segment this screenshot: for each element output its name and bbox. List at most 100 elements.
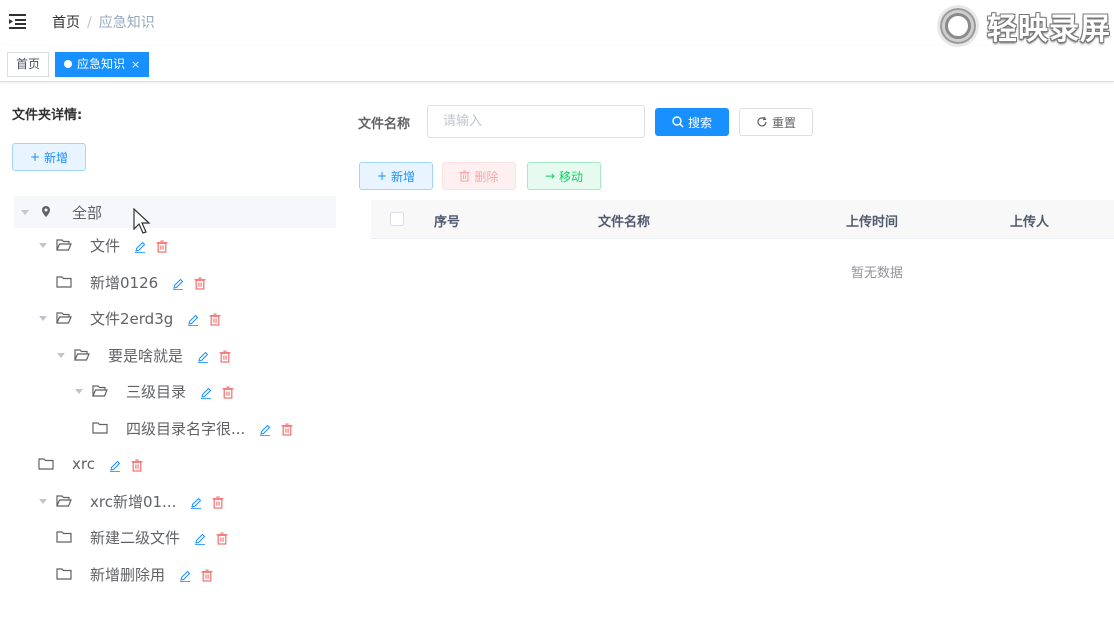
tree-node[interactable]: 四级目录名字很... [92,412,293,444]
column-header-index: 序号 [434,215,461,230]
tree-caret-placeholder [92,474,1104,484]
watermark-text: 轻映录屏 [987,12,1111,47]
folder-details-title: 文件夹详情: [12,108,83,123]
folder-icon [56,530,72,544]
folder-open-icon [92,384,108,398]
breadcrumb-home[interactable]: 首页 [52,15,80,31]
add-folder-button[interactable]: + 新增 [12,143,86,171]
edit-icon[interactable] [200,385,212,399]
move-button[interactable]: → 移动 [527,162,601,190]
caret-down-icon[interactable] [38,496,48,506]
tree-caret-placeholder [56,620,1068,630]
search-icon [672,116,684,128]
arrow-right-icon: → [544,169,556,183]
folder-open-icon [56,238,72,252]
tree-node-label: 文件2erd3g [90,309,174,328]
folder-open-icon [56,494,72,508]
hamburger-icon[interactable] [8,11,28,31]
tree-node-label: 要是啥就是 [108,346,184,365]
delete-button[interactable]: 删除 [442,162,516,190]
table-header: 序号 文件名称 上传时间 上传人 [371,200,1114,239]
tree-node[interactable]: 要是啥就是 [56,339,231,371]
watermark: 轻映录屏 [937,4,1111,48]
trash-icon[interactable] [222,385,234,399]
tree-node[interactable]: 全部 [14,196,336,228]
edit-icon[interactable] [259,422,271,436]
column-header-uploader: 上传人 [1010,215,1050,230]
edit-icon[interactable] [187,312,199,326]
tag-active-label: 应急知识 [77,57,126,71]
tree-node-label: 新增删除用 [90,565,166,584]
trash-icon[interactable] [156,239,168,253]
folder-icon [92,421,108,435]
close-icon[interactable]: × [131,58,140,71]
tree-node[interactable]: 三级目录 [74,375,234,407]
trash-icon[interactable] [212,495,224,509]
tree-node-label: xrc新增01... [90,492,177,511]
tree-node[interactable]: xrc新增01... [38,485,224,517]
move-button-label: 移动 [559,169,584,184]
trash-icon[interactable] [209,312,221,326]
caret-down-icon[interactable] [38,240,48,250]
folder-open-icon [56,311,72,325]
add-file-button[interactable]: + 新增 [359,162,433,190]
tree-node-label: 新增0126 [90,273,159,292]
breadcrumb: 首页 / 应急知识 [52,14,155,32]
trash-icon[interactable] [194,276,206,290]
tree-node[interactable]: 文件2erd3g [38,302,221,334]
filename-search-input[interactable] [427,105,645,138]
files-table: 序号 文件名称 上传时间 上传人 [371,200,1114,239]
edit-icon[interactable] [194,531,206,545]
plus-icon: + [376,169,388,183]
tree-node[interactable]: 新增0126 [56,266,206,298]
edit-icon[interactable] [109,458,121,472]
tree-node[interactable]: 新增删除用 [56,558,213,590]
caret-down-icon[interactable] [20,207,30,217]
app-root: 首页 / 应急知识 轻映录屏 首页 应急知识 × 文件夹详情: + 新增 全部 文件 新增… [0,0,1114,640]
active-dot-icon [64,60,72,68]
tree-node-label: 文件 [90,236,121,255]
edit-icon[interactable] [172,276,184,290]
folder-icon [56,567,72,581]
tree-node-label: 四级目录名字很... [126,419,246,438]
folder-open-icon [74,348,90,362]
delete-button-label: 删除 [474,169,499,184]
tag-active[interactable]: 应急知识 × [55,52,150,77]
refresh-icon [757,116,767,127]
top-navbar: 首页 / 应急知识 轻映录屏 [0,0,1114,48]
breadcrumb-separator: / [87,15,92,31]
reset-button[interactable]: 重置 [739,108,813,136]
column-header-upload-time: 上传时间 [846,215,899,230]
folder-icon [38,457,54,471]
tree-node-label: 全部 [72,203,103,222]
trash-icon[interactable] [131,458,143,472]
mouse-cursor-icon [133,208,151,234]
location-icon [38,205,54,219]
trash-icon[interactable] [201,568,213,582]
tree-node-label: xrc [72,455,95,473]
caret-down-icon[interactable] [56,350,66,360]
edit-icon[interactable] [134,239,146,253]
filename-label: 文件名称 [358,117,411,132]
trash-icon[interactable] [216,531,228,545]
search-button[interactable]: 搜索 [655,108,729,136]
add-folder-label: 新增 [44,150,69,165]
column-header-filename: 文件名称 [598,215,651,230]
edit-icon[interactable] [197,349,209,363]
plus-icon: + [29,150,41,164]
select-all-checkbox[interactable] [390,212,404,226]
tree-node-label: 新建二级文件 [90,528,181,547]
tree-node[interactable]: 新建二级文件 [56,521,228,553]
tree-node-label: 三级目录 [126,382,187,401]
edit-icon[interactable] [190,495,202,509]
watermark-logo [937,5,979,47]
trash-icon [459,170,470,182]
edit-icon[interactable] [179,568,191,582]
tree-node[interactable]: xrc [38,448,143,480]
caret-down-icon[interactable] [74,386,84,396]
caret-down-icon[interactable] [38,313,48,323]
tag-home[interactable]: 首页 [7,52,50,77]
trash-icon[interactable] [281,422,293,436]
reset-button-label: 重置 [771,115,796,130]
trash-icon[interactable] [219,349,231,363]
